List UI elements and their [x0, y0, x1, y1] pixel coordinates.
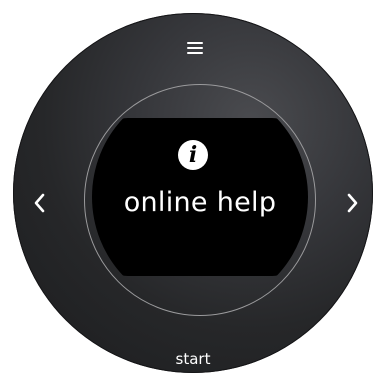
info-icon: i [178, 140, 208, 170]
start-button[interactable]: start [163, 348, 223, 370]
device-stage: i online help start [0, 0, 386, 388]
chevron-left-icon [34, 193, 45, 213]
previous-button[interactable] [29, 190, 51, 216]
info-icon-glyph: i [188, 142, 198, 168]
next-button[interactable] [341, 190, 363, 216]
menu-button[interactable] [187, 41, 203, 55]
chevron-right-icon [347, 193, 358, 213]
screen-title: online help [123, 187, 277, 218]
